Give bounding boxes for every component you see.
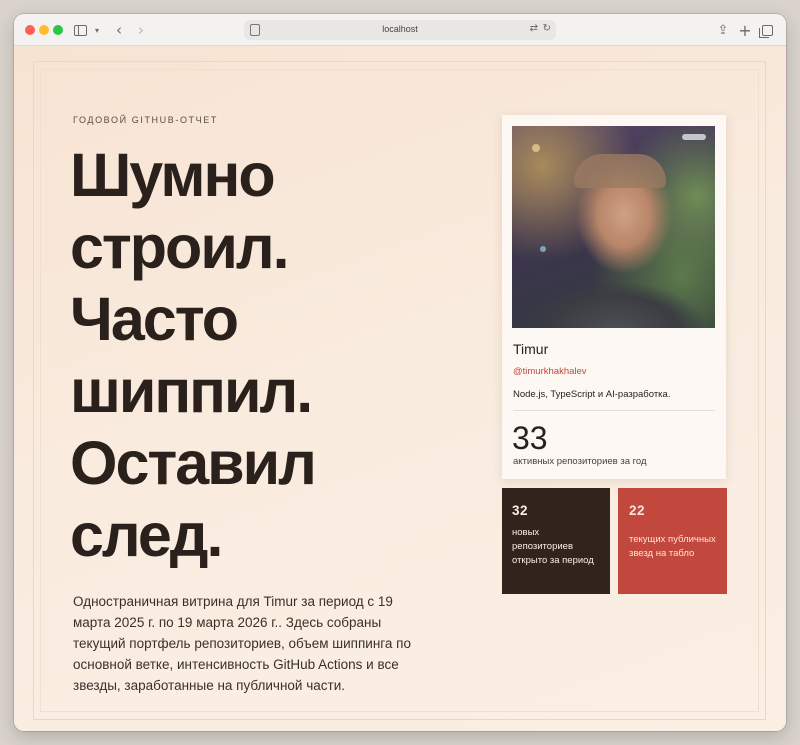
stars-label: текущих публичных звезд на табло <box>629 534 716 559</box>
zoom-window-button[interactable] <box>53 25 63 35</box>
translate-icon[interactable]: ⇄ <box>530 23 538 34</box>
tab-overview-icon[interactable] <box>758 21 774 39</box>
profile-card: Timur @timurkhakhalev Node.js, TypeScrip… <box>502 115 726 479</box>
share-icon[interactable]: ⇪ <box>716 21 730 39</box>
headline-line: Шумно <box>70 141 276 209</box>
active-repos-label: активных репозиториев за год <box>513 456 647 467</box>
lead-paragraph: Одностраничная витрина для Timur за пери… <box>73 594 411 693</box>
reload-icon[interactable]: ↻ <box>543 23 551 34</box>
new-tab-icon[interactable]: + <box>738 21 752 40</box>
page-headline: Шумно строил. Часто шиппил. Оставил след… <box>70 139 490 571</box>
stars-stat-card: 22 текущих публичных звезд на табло <box>618 488 727 594</box>
address-bar[interactable]: localhost ⇄ ↻ <box>244 20 556 40</box>
close-window-button[interactable] <box>25 25 35 35</box>
minimize-window-button[interactable] <box>39 25 49 35</box>
avatar <box>512 126 715 328</box>
sidebar-toggle-icon[interactable] <box>72 21 88 39</box>
new-repos-count: 32 <box>512 503 529 518</box>
profile-name: Timur <box>513 341 549 357</box>
stars-count: 22 <box>629 503 646 518</box>
headline-line: Часто <box>70 285 239 353</box>
profile-bio: Node.js, TypeScript и AI-разработка. <box>513 389 671 400</box>
address-url: localhost <box>382 24 418 34</box>
chevron-down-icon[interactable]: ▾ <box>92 21 102 39</box>
headline-line: след. <box>70 501 223 569</box>
profile-handle-link[interactable]: @timurkhakhalev <box>513 366 587 377</box>
report-eyebrow: ГОДОВОЙ GITHUB-ОТЧЕТ <box>73 115 218 125</box>
new-repos-stat-card: 32 новых репозиториев открыто за период <box>502 488 610 594</box>
back-icon[interactable]: ‹ <box>112 21 126 39</box>
new-repos-label: новых репозиториев открыто за период <box>512 527 594 566</box>
headline-line: шиппил. <box>70 357 313 425</box>
card-divider <box>513 410 715 411</box>
headline-line: строил. <box>70 213 290 281</box>
headline-line: Оставил <box>70 429 317 497</box>
forward-icon[interactable]: › <box>134 21 148 39</box>
active-repos-count: 33 <box>512 420 548 456</box>
browser-window: ▾ ‹ › localhost ⇄ ↻ ⇪ + ГОДОВОЙ GITHUB-О… <box>14 14 786 731</box>
page-viewport: ГОДОВОЙ GITHUB-ОТЧЕТ Шумно строил. Часто… <box>14 47 786 731</box>
browser-toolbar: ▾ ‹ › localhost ⇄ ↻ ⇪ + <box>14 14 786 46</box>
